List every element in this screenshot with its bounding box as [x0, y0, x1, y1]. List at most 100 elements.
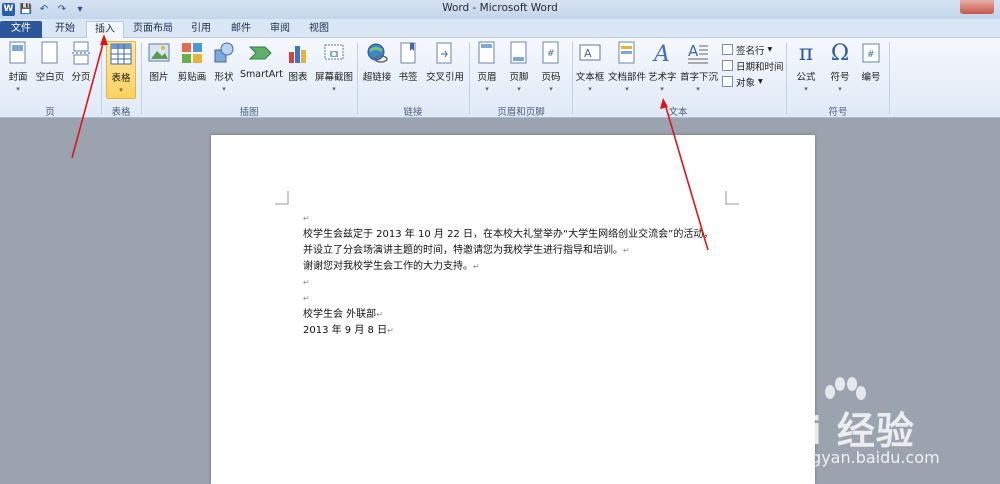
baidu-watermark: Bai 经验 jingyan.baidu.com [752, 377, 992, 480]
picture-button[interactable]: 图片 [146, 41, 172, 99]
header-icon [475, 41, 499, 65]
table-button[interactable]: 表格 ▾ [106, 41, 136, 99]
tab-references[interactable]: 引用 [184, 21, 218, 38]
smartart-button[interactable]: SmartArt [240, 41, 283, 99]
header-button[interactable]: 页眉 ▾ [474, 41, 500, 99]
number-button[interactable]: # 编号 [858, 41, 884, 99]
paragraph[interactable]: 校学生会 外联部↵ [303, 307, 743, 323]
chevron-down-icon: ▾ [222, 85, 226, 93]
paragraph[interactable]: 谢谢您对我校学生会工作的大力支持。↵ [303, 259, 743, 275]
paragraph[interactable]: ↵ [303, 211, 743, 227]
symbol-button[interactable]: Ω 符号 ▾ [826, 41, 854, 99]
chevron-down-icon: ▾ [332, 85, 336, 93]
window-title: Word - Microsoft Word [442, 2, 558, 14]
paragraph[interactable]: ↵ [303, 291, 743, 307]
page-number-button[interactable]: # 页码 ▾ [538, 41, 564, 99]
hyperlink-button[interactable]: 超链接 [362, 41, 392, 99]
chevron-down-icon: ▾ [804, 85, 808, 93]
group-label-illustrations: 插图 [239, 107, 259, 118]
omega-icon: Ω [830, 40, 850, 66]
tab-file[interactable]: 文件 [0, 21, 42, 38]
chevron-down-icon: ▾ [119, 86, 123, 94]
quick-parts-button[interactable]: 文档部件 ▾ [608, 41, 646, 99]
chevron-down-icon: ▾ [660, 85, 664, 93]
chevron-down-icon: ▾ [696, 85, 700, 93]
smartart-label: SmartArt [240, 69, 283, 80]
bookmark-icon [396, 41, 420, 65]
textbox-button[interactable]: A 文本框 ▾ [575, 41, 605, 99]
screenshot-button[interactable]: 屏幕截图 ▾ [314, 41, 354, 99]
chevron-down-icon: ▾ [588, 85, 592, 93]
cross-reference-icon [433, 41, 457, 65]
tab-insert[interactable]: 插入 [86, 21, 124, 38]
object-label: 对象 [736, 77, 756, 89]
bookmark-button[interactable]: 书签 [396, 41, 420, 99]
svg-text:#: # [867, 50, 875, 60]
equation-button[interactable]: π 公式 ▾ [792, 41, 820, 99]
chart-label: 图表 [288, 72, 308, 83]
ribbon-tabs: 文件 开始 插入 页面布局 引用 邮件 审阅 视图 [0, 19, 1000, 38]
tab-review[interactable]: 审阅 [263, 21, 297, 38]
shapes-button[interactable]: 形状 ▾ [212, 41, 236, 99]
number-icon: # [859, 41, 883, 65]
paragraph[interactable]: 2013 年 9 月 8 日↵ [303, 323, 743, 339]
hyperlink-label: 超链接 [362, 72, 392, 83]
close-window-button[interactable] [960, 0, 994, 14]
wordart-button[interactable]: A 艺术字 ▾ [648, 41, 677, 99]
date-time-button[interactable]: 日期和时间 [722, 59, 784, 73]
chevron-down-icon: ▾ [625, 85, 629, 93]
title-bar: W 💾 ↶ ↷ ▾ Word - Microsoft Word [0, 0, 1000, 19]
signature-line-icon [722, 44, 733, 55]
cover-page-icon [6, 41, 30, 65]
group-label-symbols: 符号 [828, 107, 848, 118]
footer-icon [507, 41, 531, 65]
chevron-down-icon: ▾ [485, 85, 489, 93]
signature-line-label: 签名行 [736, 45, 765, 57]
tab-home[interactable]: 开始 [46, 21, 84, 38]
bookmark-label: 书签 [398, 72, 418, 83]
object-button[interactable]: 对象 ▾ [722, 75, 763, 89]
document-page[interactable]: ↵ 校学生会兹定于 2013 年 10 月 22 日，在本校大礼堂举办“大学生网… [211, 135, 815, 484]
screenshot-label: 屏幕截图 [314, 72, 353, 83]
blank-page-button[interactable]: 空白页 [34, 41, 66, 99]
pi-icon: π [798, 40, 814, 66]
chart-button[interactable]: 图表 [286, 41, 310, 99]
number-label: 编号 [861, 72, 881, 83]
ribbon-insert: 封面 ▾ 空白页 分页 页 表格 ▾ 表格 图片 剪贴画 形状 ▾ SmartA… [0, 38, 1000, 118]
signature-line-button[interactable]: 签名行 ▾ [722, 43, 772, 57]
group-label-header-footer: 页眉和页脚 [497, 107, 545, 118]
svg-text:A: A [688, 42, 699, 60]
watermark-brand: Bai 经验 [752, 409, 915, 453]
footer-button[interactable]: 页脚 ▾ [506, 41, 532, 99]
cover-page-label: 封面 [8, 72, 28, 83]
svg-text:#: # [547, 49, 555, 59]
wordart-label: 艺术字 [648, 72, 677, 83]
drop-cap-button[interactable]: A 首字下沉 ▾ [680, 41, 719, 99]
tab-page-layout[interactable]: 页面布局 [128, 21, 178, 38]
quick-parts-icon [615, 41, 639, 65]
tab-view[interactable]: 视图 [302, 21, 336, 38]
paragraph[interactable]: ↵ [303, 275, 743, 291]
cross-reference-button[interactable]: 交叉引用 [424, 41, 466, 99]
clipart-button[interactable]: 剪贴画 [176, 41, 208, 99]
group-label-text: 文本 [668, 107, 688, 118]
clipart-icon [180, 41, 204, 65]
date-time-label: 日期和时间 [736, 61, 784, 73]
chevron-down-icon: ▾ [758, 76, 763, 87]
chevron-down-icon: ▾ [549, 85, 553, 93]
shapes-label: 形状 [214, 72, 234, 83]
group-label-table: 表格 [111, 107, 131, 118]
chart-icon [286, 41, 310, 65]
tab-mailings[interactable]: 邮件 [224, 21, 258, 38]
paragraph[interactable]: 校学生会兹定于 2013 年 10 月 22 日，在本校大礼堂举办“大学生网络创… [303, 227, 743, 243]
smartart-icon [249, 41, 273, 65]
document-body[interactable]: ↵ 校学生会兹定于 2013 年 10 月 22 日，在本校大礼堂举办“大学生网… [303, 211, 743, 339]
object-icon [722, 76, 733, 87]
cover-page-button[interactable]: 封面 ▾ [4, 41, 32, 99]
header-label: 页眉 [477, 72, 497, 83]
cross-reference-label: 交叉引用 [425, 72, 464, 83]
drop-cap-label: 首字下沉 [680, 72, 719, 83]
paragraph[interactable]: 并设立了分会场演讲主题的时间，特邀请您为我校学生进行指导和培训。↵ [303, 243, 743, 259]
page-break-button[interactable]: 分页 [68, 41, 94, 99]
group-divider [889, 42, 890, 114]
